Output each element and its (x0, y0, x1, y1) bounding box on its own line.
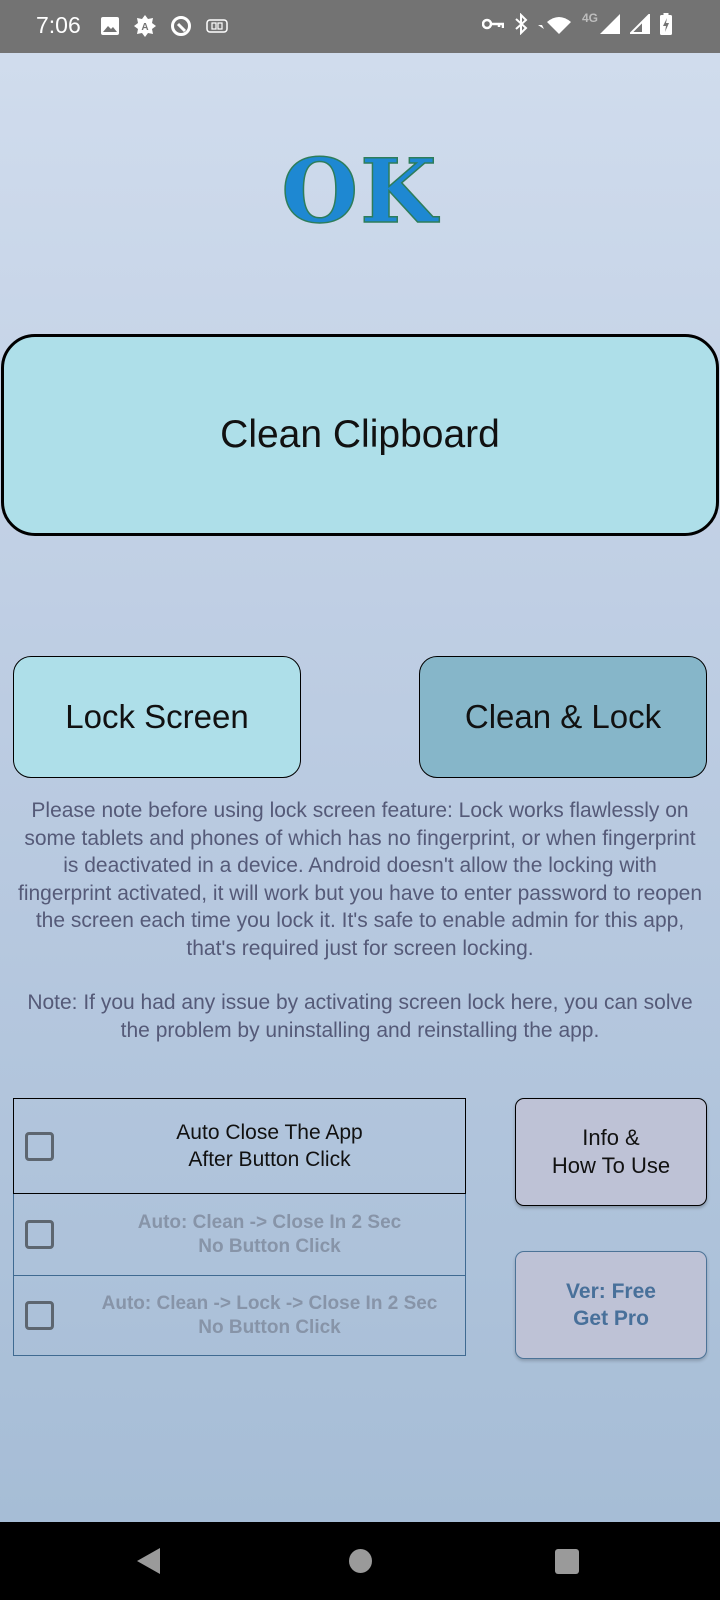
option-auto-clean-lock-close[interactable]: Auto: Clean -> Lock -> Close In 2 Sec No… (13, 1276, 466, 1356)
auto-options-group: Auto Close The App After Button Click Au… (13, 1098, 466, 1356)
auto-clean-close-checkbox[interactable] (25, 1220, 54, 1249)
status-title: OK (281, 139, 439, 243)
option-auto-clean-close[interactable]: Auto: Clean -> Close In 2 Sec No Button … (13, 1194, 466, 1276)
lock-screen-button[interactable]: Lock Screen (13, 656, 301, 778)
recents-icon[interactable] (555, 1549, 579, 1574)
option-label: Auto Close The App After Button Click (14, 1119, 465, 1173)
vpn-key-icon (481, 18, 504, 30)
get-pro-label: Get Pro (573, 1307, 649, 1330)
lock-notice: Please note before using lock screen fea… (14, 797, 706, 1044)
sync-icon (171, 16, 191, 36)
lock-notice-paragraph-1: Please note before using lock screen fea… (17, 799, 703, 960)
back-icon[interactable] (137, 1548, 160, 1574)
get-pro-button[interactable]: Ver: Free Get Pro (515, 1251, 707, 1359)
signal-icon-2 (630, 14, 650, 34)
home-icon[interactable] (349, 1549, 372, 1573)
info-button-line1: Info & (582, 1125, 640, 1150)
network-type-label: 4G (581, 11, 598, 25)
status-left-icons: A (100, 15, 228, 37)
status-bar: 7:06 A 4G (0, 0, 720, 53)
signal-icon (600, 14, 620, 34)
option-label-line2: No Button Click (198, 1316, 341, 1338)
option-label-line2: No Button Click (198, 1235, 341, 1257)
option-label-line2: After Button Click (188, 1148, 351, 1171)
option-auto-close-app[interactable]: Auto Close The App After Button Click (13, 1098, 466, 1194)
status-time: 7:06 (36, 12, 81, 38)
battery-charging-icon (660, 13, 672, 35)
app-content: OK Clean Clipboard Lock Screen Clean & L… (0, 53, 720, 1522)
clean-clipboard-button[interactable]: Clean Clipboard (1, 334, 719, 536)
bluetooth-icon (515, 13, 528, 35)
auto-close-app-checkbox[interactable] (25, 1131, 54, 1161)
auto-brightness-icon: A (134, 15, 156, 37)
version-label: Ver: Free (566, 1280, 656, 1303)
info-button-line2: How To Use (551, 1153, 671, 1178)
status-right-icons: 4G (481, 11, 672, 35)
option-label-line1: Auto: Clean -> Close In 2 Sec (137, 1211, 402, 1233)
option-label: Auto: Clean -> Close In 2 Sec No Button … (14, 1211, 465, 1259)
option-label-line1: Auto Close The App (176, 1121, 363, 1144)
link-icon (206, 19, 228, 33)
image-icon (101, 17, 119, 35)
navigation-bar (0, 1522, 720, 1600)
lock-notice-paragraph-2: Note: If you had any issue by activating… (27, 991, 693, 1042)
auto-clean-lock-close-checkbox[interactable] (25, 1301, 54, 1330)
clean-and-lock-button[interactable]: Clean & Lock (419, 656, 707, 778)
info-how-to-use-button[interactable]: Info & How To Use (515, 1098, 707, 1206)
option-label: Auto: Clean -> Lock -> Close In 2 Sec No… (14, 1292, 465, 1340)
wifi-icon (537, 17, 571, 34)
option-label-line1: Auto: Clean -> Lock -> Close In 2 Sec (101, 1292, 438, 1314)
svg-text:A: A (141, 22, 148, 33)
